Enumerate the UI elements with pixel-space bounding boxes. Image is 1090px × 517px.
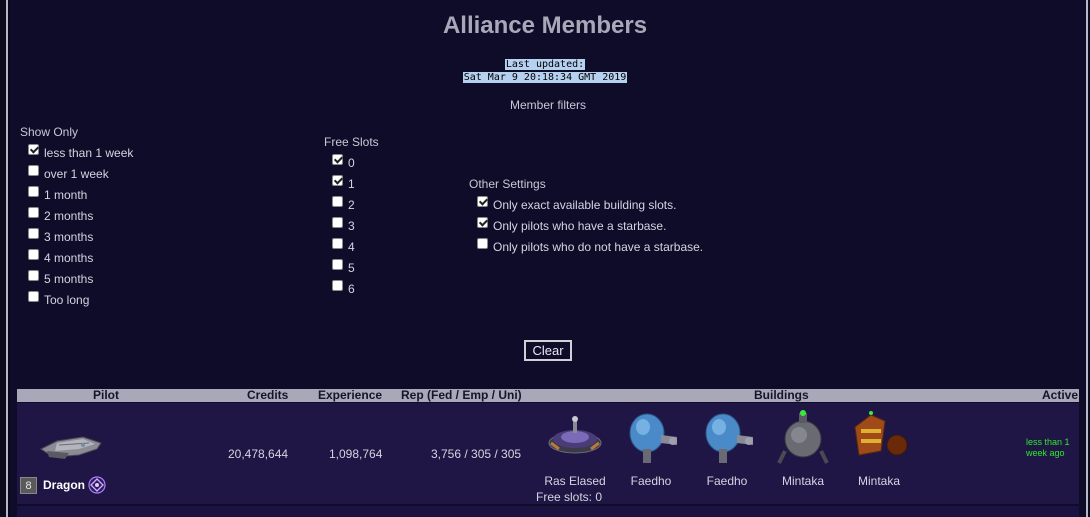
free-slots-label: 0 [348, 155, 355, 170]
other-settings-option[interactable]: Only pilots who have a starbase. [477, 215, 703, 236]
free-slots-label: 4 [348, 239, 355, 254]
other-settings-option[interactable]: Only exact available building slots. [477, 194, 703, 215]
clear-button[interactable]: Clear [524, 340, 572, 361]
free-slots-option[interactable]: 1 [332, 173, 379, 194]
free-slots-option[interactable]: 5 [332, 257, 379, 278]
other-settings-label: Only exact available building slots. [493, 197, 677, 212]
free-slots-label: 1 [348, 176, 355, 191]
last-updated-label: Last updated: [504, 59, 586, 70]
other-settings-label: Only pilots who do not have a starbase. [493, 239, 704, 254]
building-ras-elased[interactable] [538, 407, 612, 470]
free-slots-option[interactable]: 3 [332, 215, 379, 236]
other-settings-checkbox-2[interactable] [477, 238, 488, 249]
show-only-option[interactable]: 5 months [28, 268, 133, 289]
building-label: Faedho [706, 474, 748, 488]
building-mintaka-1[interactable] [766, 407, 840, 470]
show-only-checkbox-5[interactable] [28, 249, 39, 260]
building-label: Mintaka [857, 474, 901, 488]
header-active[interactable]: Active [1042, 389, 1078, 402]
show-only-title: Show Only [20, 125, 79, 139]
show-only-checkbox-7[interactable] [28, 291, 39, 302]
show-only-label: 1 month [44, 187, 88, 202]
show-only-label: over 1 week [44, 166, 109, 181]
show-only-label: 4 months [44, 250, 94, 265]
pilot-level-badge: 8 [20, 477, 37, 494]
table-row: 8 Dragon 20,478,644 1,098,764 3,756 / 30… [17, 403, 1079, 504]
free-slots-title: Free Slots [324, 135, 379, 149]
show-only-checkbox-4[interactable] [28, 228, 39, 239]
free-slots-checkbox-3[interactable] [332, 217, 343, 228]
table-row [17, 506, 1079, 517]
header-buildings[interactable]: Buildings [754, 389, 809, 402]
free-slots-label: 2 [348, 197, 355, 212]
building-mintaka-2[interactable] [842, 407, 916, 470]
other-settings-title: Other Settings [469, 177, 546, 191]
show-only-label: 2 months [44, 208, 94, 223]
free-slots-option[interactable]: 4 [332, 236, 379, 257]
free-slots-checkbox-1[interactable] [332, 175, 343, 186]
faedho-icon [705, 413, 753, 463]
show-only-checkbox-0[interactable] [28, 144, 39, 155]
credits-value: 20,478,644 [228, 447, 289, 461]
show-only-label: Too long [44, 292, 90, 307]
show-only-option[interactable]: less than 1 week [28, 142, 133, 163]
free-slots-label: 6 [348, 281, 355, 296]
free-slots-group: Free Slots 0 1 2 3 4 5 6 [324, 135, 379, 299]
header-experience[interactable]: Experience [318, 389, 382, 402]
building-faedho-2[interactable] [690, 407, 764, 470]
member-filters-heading: Member filters [509, 98, 586, 112]
experience-value: 1,098,764 [329, 447, 383, 461]
building-label: Mintaka [781, 474, 825, 488]
free-slots-option[interactable]: 6 [332, 278, 379, 299]
ras-elased-icon [548, 416, 602, 454]
show-only-label: 5 months [44, 271, 94, 286]
show-only-option[interactable]: Too long [28, 289, 133, 310]
active-status: less than 1 week ago [1026, 437, 1070, 458]
other-settings-group: Other Settings Only exact available buil… [469, 177, 703, 257]
page-title: Alliance Members [442, 12, 648, 39]
show-only-option[interactable]: 3 months [28, 226, 133, 247]
show-only-checkbox-3[interactable] [28, 207, 39, 218]
header-credits[interactable]: Credits [247, 389, 288, 402]
table-header: Pilot Credits Experience Rep (Fed / Emp … [17, 389, 1079, 402]
header-pilot[interactable]: Pilot [93, 389, 119, 402]
show-only-checkbox-6[interactable] [28, 270, 39, 281]
other-settings-checkbox-1[interactable] [477, 217, 488, 228]
ship-icon[interactable] [39, 431, 105, 466]
free-slots-option[interactable]: 2 [332, 194, 379, 215]
mintaka-icon [777, 410, 829, 464]
last-updated: Last updated: Sat Mar 9 20:18:34 GMT 201… [0, 58, 1090, 84]
free-slots-checkbox-2[interactable] [332, 196, 343, 207]
free-slots-checkbox-4[interactable] [332, 238, 343, 249]
show-only-option[interactable]: 2 months [28, 205, 133, 226]
show-only-option[interactable]: 4 months [28, 247, 133, 268]
show-only-label: less than 1 week [44, 145, 134, 160]
building-faedho-1[interactable] [614, 407, 688, 470]
show-only-option[interactable]: over 1 week [28, 163, 133, 184]
last-updated-value: Sat Mar 9 20:18:34 GMT 2019 [462, 72, 628, 83]
mintaka-icon [854, 411, 908, 456]
alliance-icon[interactable] [88, 476, 106, 497]
header-rep[interactable]: Rep (Fed / Emp / Uni) [401, 389, 522, 402]
show-only-checkbox-2[interactable] [28, 186, 39, 197]
faedho-icon [629, 413, 677, 463]
show-only-checkbox-1[interactable] [28, 165, 39, 176]
show-only-label: 3 months [44, 229, 94, 244]
pilot-name-link[interactable]: Dragon [43, 478, 85, 492]
show-only-option[interactable]: 1 month [28, 184, 133, 205]
free-slots-checkbox-0[interactable] [332, 154, 343, 165]
other-settings-option[interactable]: Only pilots who do not have a starbase. [477, 236, 703, 257]
free-slots-checkbox-5[interactable] [332, 259, 343, 270]
free-slots-checkbox-6[interactable] [332, 280, 343, 291]
free-slots-value: Free slots: 0 [536, 490, 603, 504]
free-slots-label: 3 [348, 218, 355, 233]
other-settings-checkbox-0[interactable] [477, 196, 488, 207]
rep-value: 3,756 / 305 / 305 [431, 447, 522, 461]
building-label: Faedho [630, 474, 672, 488]
building-label: Ras Elased [544, 474, 606, 488]
free-slots-option[interactable]: 0 [332, 152, 379, 173]
show-only-group: Show Only less than 1 week over 1 week 1… [20, 125, 133, 310]
other-settings-label: Only pilots who have a starbase. [493, 218, 667, 233]
free-slots-label: 5 [348, 260, 355, 275]
